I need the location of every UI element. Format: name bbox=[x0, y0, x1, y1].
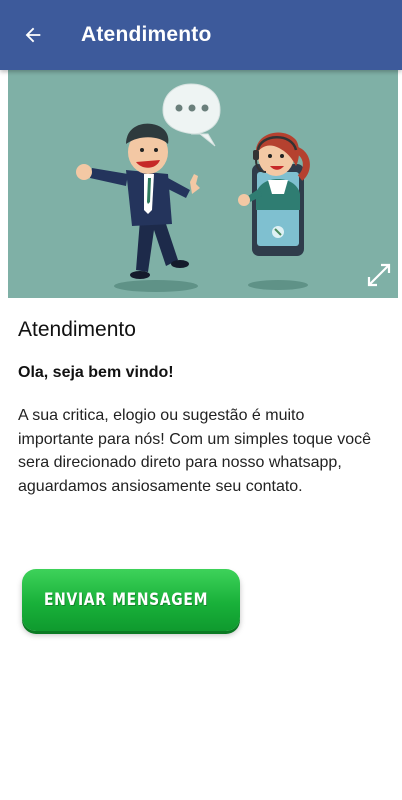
description-text: A sua critica, elogio ou sugestão é muit… bbox=[18, 407, 372, 495]
hero-image bbox=[8, 70, 398, 298]
customer-service-illustration bbox=[76, 83, 310, 292]
app-bar: Atendimento bbox=[0, 0, 402, 70]
back-button[interactable] bbox=[18, 20, 48, 50]
send-message-label: ENVIAR MENSAGEM bbox=[44, 590, 209, 610]
greeting-text: Ola, seja bem vindo! bbox=[18, 364, 174, 381]
content-section: Atendimento Ola, seja bem vindo! A sua c… bbox=[18, 318, 384, 498]
expand-icon bbox=[367, 263, 391, 287]
arrow-left-icon bbox=[25, 27, 41, 43]
send-message-button[interactable]: ENVIAR MENSAGEM bbox=[22, 569, 240, 631]
section-title: Atendimento bbox=[18, 318, 136, 341]
page-title: Atendimento bbox=[81, 23, 212, 46]
expand-button[interactable] bbox=[366, 262, 392, 288]
